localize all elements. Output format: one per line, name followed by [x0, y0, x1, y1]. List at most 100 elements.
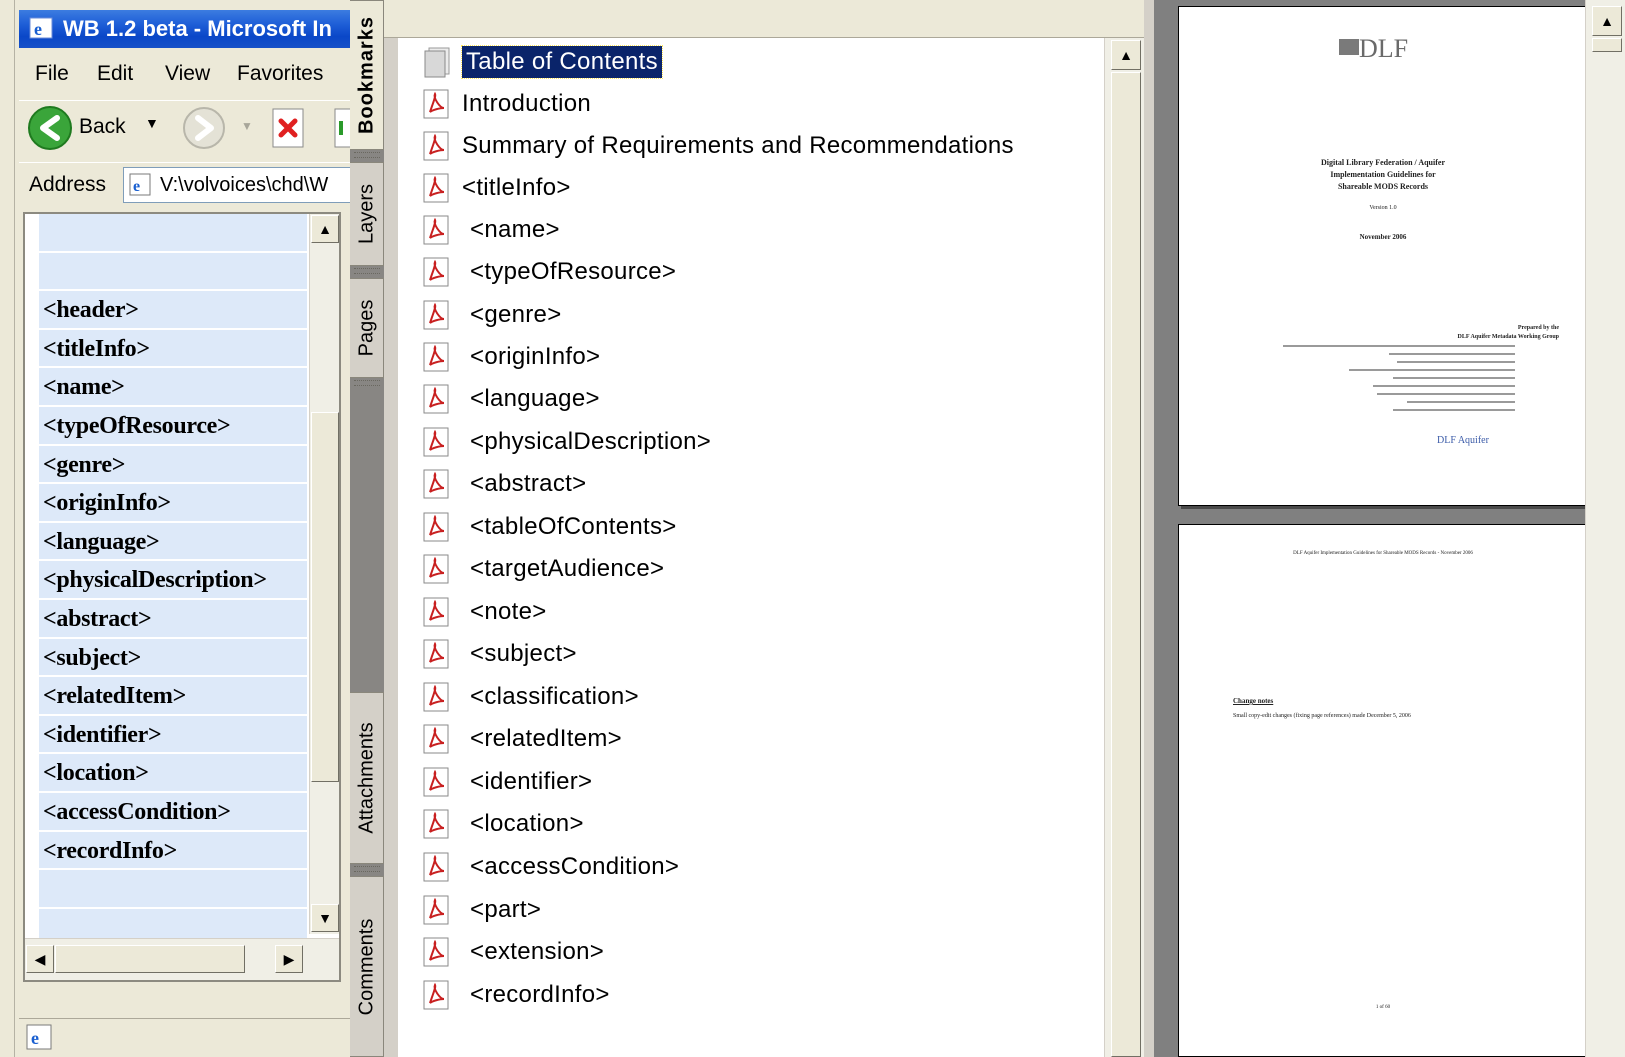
refresh-icon[interactable] [331, 107, 351, 151]
horizontal-scrollbar[interactable]: ◀ ▶ [25, 938, 339, 980]
page-thumbnail[interactable]: DLF Aquifer Implementation Guidelines fo… [1178, 524, 1586, 1057]
svg-text:e: e [31, 1028, 39, 1048]
bookmarks-scrollbar[interactable]: ▲ [1104, 38, 1144, 1057]
list-item[interactable]: <titleInfo> [39, 329, 307, 369]
bookmark-page-icon [424, 47, 450, 78]
bookmark-label: <location> [470, 810, 584, 837]
scroll-up-button[interactable]: ▲ [1111, 40, 1141, 70]
back-label: Back [79, 115, 126, 138]
tab-grip[interactable] [354, 380, 380, 386]
tab-grip[interactable] [354, 268, 380, 274]
menu-file[interactable]: File [35, 62, 69, 86]
bookmark-label: <abstract> [470, 470, 587, 497]
scroll-thumb[interactable] [1111, 72, 1141, 1057]
page1-title-line: Digital Library Federation / Aquifer [1321, 158, 1445, 167]
list-item[interactable]: <location> [39, 754, 307, 793]
bookmark-label: Table of Contents [461, 45, 663, 79]
pdf-bookmark-icon [423, 384, 449, 414]
stop-icon[interactable] [269, 107, 309, 151]
text-line [1393, 409, 1515, 411]
page1-title-line: Implementation Guidelines for [1330, 170, 1436, 179]
pdf-bookmark-icon [423, 682, 449, 712]
text-line [1283, 345, 1515, 347]
pdf-bookmark-icon [423, 937, 449, 967]
tab-label: Pages [355, 299, 377, 357]
pdf-bookmark-icon [423, 852, 449, 882]
list-item[interactable]: <identifier> [39, 715, 307, 755]
address-label: Address [29, 173, 107, 196]
vertical-scrollbar[interactable]: ▲ ▼ [309, 214, 339, 934]
text-line [1393, 377, 1515, 379]
status-bar: e [19, 1018, 351, 1054]
pdf-bookmark-icon [423, 554, 449, 584]
page1-version: Version 1.0 [1369, 205, 1397, 211]
bookmark-label: Introduction [462, 90, 592, 117]
tab-label: Attachments [355, 722, 377, 834]
pdf-bookmark-icon [423, 767, 449, 797]
tab-label: Comments [355, 918, 377, 1015]
text-line [1349, 369, 1515, 371]
back-dropdown-icon[interactable]: ▼ [145, 115, 159, 131]
list-item[interactable] [39, 252, 307, 292]
forward-dropdown-icon[interactable]: ▼ [241, 119, 253, 133]
list-item[interactable]: <header> [39, 291, 307, 330]
forward-arrow-icon[interactable] [181, 105, 227, 151]
tab-bookmarks[interactable]: Bookmarks [350, 0, 384, 150]
scroll-thumb[interactable] [311, 412, 339, 782]
page-thumbnail[interactable]: DLF Digital Library Federation / Aquifer… [1178, 6, 1586, 506]
tab-comments[interactable]: Comments [350, 876, 384, 1057]
scroll-left-button[interactable]: ◀ [26, 945, 54, 973]
menu-view[interactable]: View [165, 62, 210, 86]
address-input[interactable]: e V:\volvoices\chd\W [123, 167, 351, 203]
list-item[interactable]: <originInfo> [39, 484, 307, 523]
bookmark-label: <name> [470, 216, 560, 243]
list-item[interactable]: <genre> [39, 445, 307, 485]
back-button[interactable]: Back ▼ [27, 105, 167, 151]
list-item[interactable]: <abstract> [39, 599, 307, 639]
pdf-bookmark-icon [423, 512, 449, 542]
tab-pages[interactable]: Pages [350, 278, 384, 378]
tab-grip[interactable] [354, 152, 380, 158]
pdf-bookmark-icon [423, 639, 449, 669]
list-item[interactable]: <language> [39, 522, 307, 562]
pdf-bookmark-icon [423, 427, 449, 457]
window-title: WB 1.2 beta - Microsoft In [63, 16, 332, 41]
back-arrow-icon [28, 106, 72, 150]
list-item[interactable]: <accessCondition> [39, 792, 307, 832]
list-item[interactable]: <typeOfResource> [39, 406, 307, 446]
bookmark-label: <genre> [470, 301, 562, 328]
bookmark-label: <typeOfResource> [470, 258, 677, 285]
tab-attachments[interactable]: Attachments [350, 692, 384, 864]
page2-section-title: Change notes [1233, 697, 1274, 705]
list-item[interactable]: <physicalDescription> [39, 561, 307, 600]
scroll-right-button[interactable]: ▶ [275, 945, 303, 973]
bookmark-label: <classification> [470, 683, 639, 710]
menu-favorites[interactable]: Favorites [237, 62, 323, 86]
text-line [1377, 393, 1515, 395]
scroll-thumb[interactable] [55, 945, 245, 973]
scroll-thumb[interactable] [1592, 38, 1622, 52]
address-value: V:\volvoices\chd\W [160, 174, 329, 196]
list-item[interactable]: <name> [39, 368, 307, 407]
bookmark-label: <recordInfo> [470, 981, 610, 1008]
bookmark-label: <subject> [470, 640, 577, 667]
page2-header: DLF Aquifer Implementation Guidelines fo… [1293, 551, 1473, 556]
list-item[interactable]: <subject> [39, 638, 307, 678]
pdf-bookmark-icon [423, 131, 449, 161]
list-item[interactable]: <recordInfo> [39, 831, 307, 871]
list-item[interactable] [39, 870, 307, 909]
scroll-up-button[interactable]: ▲ [311, 215, 339, 243]
scroll-down-button[interactable]: ▼ [311, 904, 339, 932]
pdf-bookmark-icon [423, 895, 449, 925]
list-item[interactable] [39, 214, 307, 253]
menu-edit[interactable]: Edit [97, 62, 133, 86]
window-title-bar[interactable]: e WB 1.2 beta - Microsoft In [19, 10, 351, 48]
tab-layers[interactable]: Layers [350, 162, 384, 266]
pdf-bookmark-icon [423, 980, 449, 1010]
address-bar: Address e V:\volvoices\chd\W [19, 162, 351, 206]
scroll-up-button[interactable]: ▲ [1592, 6, 1622, 36]
document-scrollbar[interactable]: ▲ [1585, 0, 1625, 1057]
bookmark-label: <titleInfo> [462, 174, 571, 201]
list-item[interactable]: <relatedItem> [39, 677, 307, 716]
tab-grip[interactable] [354, 866, 380, 872]
